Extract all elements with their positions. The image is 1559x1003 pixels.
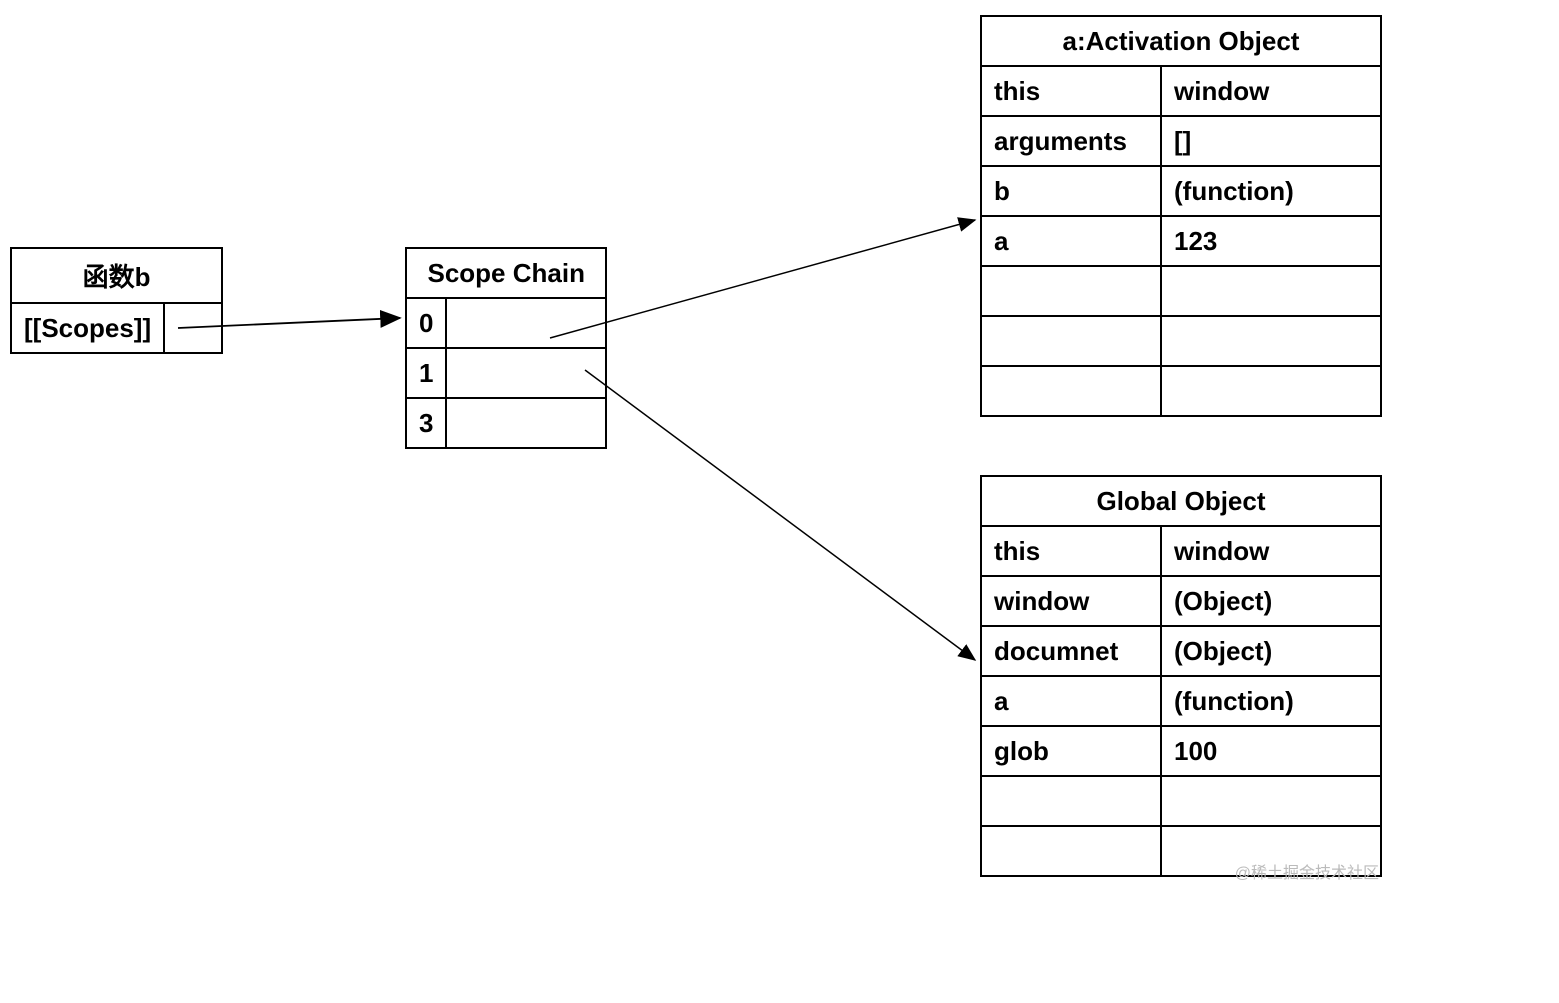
ao-value: (function) xyxy=(1161,166,1381,216)
activation-object-table: a:Activation Object this window argument… xyxy=(980,15,1382,417)
ao-key: arguments xyxy=(981,116,1161,166)
scope-chain-title: Scope Chain xyxy=(406,248,606,298)
go-key: documnet xyxy=(981,626,1161,676)
go-value xyxy=(1161,776,1381,826)
go-key: a xyxy=(981,676,1161,726)
go-key xyxy=(981,826,1161,876)
arrow-chain0-to-ao xyxy=(550,220,975,338)
scope-chain-pointer xyxy=(446,298,606,348)
table-row xyxy=(981,776,1381,826)
go-value: (Object) xyxy=(1161,576,1381,626)
arrow-chain1-to-go xyxy=(585,370,975,660)
scope-chain-index: 3 xyxy=(406,398,446,448)
scope-chain-pointer xyxy=(446,398,606,448)
scope-chain-row: 0 xyxy=(406,298,606,348)
go-value: (function) xyxy=(1161,676,1381,726)
table-row: this window xyxy=(981,66,1381,116)
table-row: a 123 xyxy=(981,216,1381,266)
table-row: window (Object) xyxy=(981,576,1381,626)
table-row: this window xyxy=(981,526,1381,576)
ao-key xyxy=(981,316,1161,366)
ao-value: window xyxy=(1161,66,1381,116)
function-b-table: 函数b [[Scopes]] xyxy=(10,247,223,354)
watermark-text: @稀土掘金技术社区 xyxy=(1235,859,1379,883)
scopes-label: [[Scopes]] xyxy=(11,303,164,353)
go-value: (Object) xyxy=(1161,626,1381,676)
scope-chain-index: 0 xyxy=(406,298,446,348)
go-key: glob xyxy=(981,726,1161,776)
table-row xyxy=(981,266,1381,316)
go-key xyxy=(981,776,1161,826)
go-value: 100 xyxy=(1161,726,1381,776)
table-row: a (function) xyxy=(981,676,1381,726)
table-row xyxy=(981,366,1381,416)
ao-value xyxy=(1161,266,1381,316)
table-row xyxy=(981,316,1381,366)
ao-value: [] xyxy=(1161,116,1381,166)
ao-value xyxy=(1161,366,1381,416)
table-row: documnet (Object) xyxy=(981,626,1381,676)
global-object-table: Global Object this window window (Object… xyxy=(980,475,1382,877)
scope-chain-pointer xyxy=(446,348,606,398)
table-row: glob 100 xyxy=(981,726,1381,776)
scope-chain-table: Scope Chain 0 1 3 xyxy=(405,247,607,449)
global-object-title: Global Object xyxy=(981,476,1381,526)
table-row: b (function) xyxy=(981,166,1381,216)
go-key: this xyxy=(981,526,1161,576)
table-row: arguments [] xyxy=(981,116,1381,166)
activation-object-title: a:Activation Object xyxy=(981,16,1381,66)
ao-key xyxy=(981,266,1161,316)
scope-chain-index: 1 xyxy=(406,348,446,398)
scope-chain-row: 3 xyxy=(406,398,606,448)
go-key: window xyxy=(981,576,1161,626)
ao-key: this xyxy=(981,66,1161,116)
scopes-pointer-cell xyxy=(164,303,222,353)
ao-value xyxy=(1161,316,1381,366)
ao-value: 123 xyxy=(1161,216,1381,266)
ao-key: b xyxy=(981,166,1161,216)
ao-key xyxy=(981,366,1161,416)
ao-key: a xyxy=(981,216,1161,266)
go-value: window xyxy=(1161,526,1381,576)
scope-chain-row: 1 xyxy=(406,348,606,398)
function-b-title: 函数b xyxy=(11,248,222,303)
